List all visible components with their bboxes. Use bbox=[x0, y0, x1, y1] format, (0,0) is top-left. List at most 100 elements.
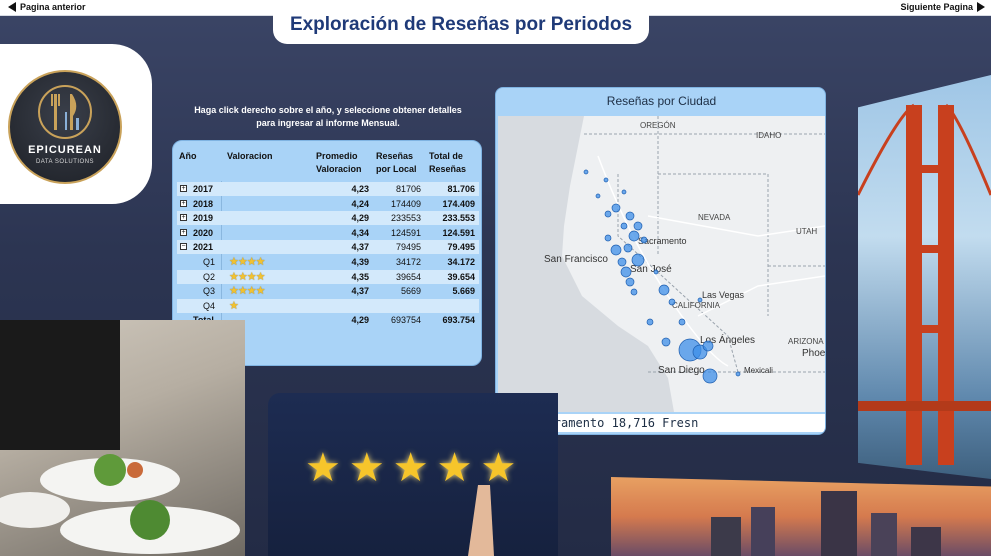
city-bubble[interactable] bbox=[583, 169, 589, 175]
city-bubble[interactable] bbox=[603, 177, 609, 183]
expand-toggle-icon[interactable]: + bbox=[180, 214, 187, 222]
reviews-local-cell: 5669 bbox=[400, 286, 421, 297]
reviews-local-cell: 79495 bbox=[395, 242, 421, 253]
rating-stars: ★★★★ bbox=[229, 270, 265, 283]
reviews-local-cell: 39654 bbox=[395, 271, 421, 282]
total-reviews-cell: 124.591 bbox=[442, 227, 475, 238]
row-label: 2018 bbox=[193, 198, 214, 209]
header-avg: Promedio Valoracion bbox=[316, 150, 362, 176]
label-mexicali: Mexicali bbox=[744, 366, 773, 375]
city-bubble[interactable] bbox=[697, 297, 703, 303]
row-label: Q4 bbox=[203, 300, 216, 311]
city-bubble[interactable] bbox=[646, 318, 654, 326]
avg-rating-cell: 4,37 bbox=[351, 242, 369, 253]
city-bubble[interactable] bbox=[653, 269, 659, 275]
logo-name: EPICUREAN bbox=[28, 144, 102, 156]
total-reviews-cell: 79.495 bbox=[447, 242, 475, 253]
table-row[interactable]: Q4 ★ bbox=[177, 298, 479, 313]
golden-gate-photo bbox=[858, 75, 991, 479]
map-title: Reseñas por Ciudad bbox=[606, 94, 717, 108]
city-bubble[interactable] bbox=[617, 257, 627, 267]
fork-knife-icon bbox=[38, 85, 92, 139]
table-row[interactable]: Q2 ★★★★ 4,35 39654 39.654 bbox=[177, 269, 479, 284]
city-bubble[interactable] bbox=[625, 277, 635, 287]
skyline-illustration bbox=[711, 491, 941, 556]
avg-rating-cell: 4,24 bbox=[351, 198, 369, 209]
table-row[interactable]: +2017 4,23 81706 81.706 bbox=[177, 182, 479, 196]
page-title: Exploración de Reseñas por Periodos bbox=[273, 6, 649, 44]
expand-toggle-icon[interactable]: − bbox=[180, 243, 187, 251]
city-bubble[interactable] bbox=[661, 337, 671, 347]
expand-toggle-icon[interactable]: + bbox=[180, 185, 187, 192]
label-san-francisco: San Francisco bbox=[544, 254, 608, 265]
label-arizona: ARIZONA bbox=[788, 337, 824, 346]
reviews-local-cell: 34172 bbox=[395, 257, 421, 267]
city-bubble[interactable] bbox=[702, 340, 714, 352]
arrow-left-icon bbox=[8, 2, 16, 12]
next-page-button[interactable]: Siguiente Pagina bbox=[900, 2, 985, 12]
total-reviews-cell: 693.754 bbox=[442, 315, 475, 326]
label-san-diego: San Diego bbox=[658, 365, 705, 376]
header-rating: Valoracion bbox=[227, 151, 273, 161]
star-icon: ★ bbox=[480, 446, 517, 490]
previous-page-button[interactable]: Pagina anterior bbox=[8, 2, 86, 12]
city-bubble[interactable] bbox=[630, 288, 638, 296]
city-bubble[interactable] bbox=[628, 230, 640, 242]
table-row[interactable]: Q1 ★★★★ 4,39 34172 34.172 bbox=[177, 255, 479, 269]
star-icon: ★ bbox=[305, 446, 341, 490]
city-bubble[interactable] bbox=[604, 234, 612, 242]
logo-emblem bbox=[8, 70, 122, 184]
reviews-local-cell: 124591 bbox=[390, 227, 421, 238]
city-bubble[interactable] bbox=[611, 203, 621, 213]
avg-rating-cell: 4,35 bbox=[351, 271, 369, 282]
city-bubble[interactable] bbox=[658, 284, 670, 296]
avg-rating-cell: 4,29 bbox=[351, 213, 369, 224]
city-bubble[interactable] bbox=[620, 222, 628, 230]
city-bubble[interactable] bbox=[604, 210, 612, 218]
city-bubble[interactable] bbox=[640, 236, 648, 244]
map-svg: OREGÓN IDAHO NEVADA UTAH CALIFORNIA ARIZ… bbox=[498, 116, 825, 412]
row-label: 2021 bbox=[193, 242, 214, 253]
city-bubble[interactable] bbox=[621, 189, 627, 195]
city-bubble[interactable] bbox=[735, 371, 741, 377]
label-idaho: IDAHO bbox=[756, 131, 781, 140]
rating-stars: ★ bbox=[229, 299, 239, 312]
city-bubble[interactable] bbox=[702, 368, 718, 384]
avg-rating-cell: 4,39 bbox=[351, 257, 369, 267]
table-row[interactable]: +2020 4,34 124591 124.591 bbox=[177, 226, 479, 240]
logo-subtitle: DATA SOLUTIONS bbox=[35, 159, 95, 165]
header-avg-line2: Valoracion bbox=[316, 164, 362, 174]
row-label: 2019 bbox=[193, 213, 214, 224]
total-reviews-cell: 174.409 bbox=[442, 198, 475, 209]
next-page-label: Siguiente Pagina bbox=[900, 2, 973, 12]
city-bubble[interactable] bbox=[625, 211, 635, 221]
table-row[interactable]: −2021 4,37 79495 79.495 bbox=[177, 240, 479, 255]
expand-toggle-icon[interactable]: + bbox=[180, 228, 187, 236]
reviews-local-cell: 81706 bbox=[395, 184, 421, 194]
rating-stars: ★★★★ bbox=[229, 285, 265, 298]
total-reviews-cell: 81.706 bbox=[447, 184, 475, 194]
city-bubble[interactable] bbox=[623, 243, 633, 253]
expand-toggle-icon[interactable]: + bbox=[180, 199, 187, 207]
city-bubble[interactable] bbox=[610, 244, 622, 256]
city-bubble[interactable] bbox=[595, 193, 601, 199]
city-bubble[interactable] bbox=[631, 253, 645, 267]
header-reviews-line1: Reseñas bbox=[376, 151, 414, 161]
reviews-local-cell: 233553 bbox=[390, 213, 421, 224]
city-bubble[interactable] bbox=[620, 266, 632, 278]
previous-page-label: Pagina anterior bbox=[20, 2, 86, 12]
table-row[interactable]: +2018 4,24 174409 174.409 bbox=[177, 197, 479, 211]
header-avg-line1: Promedio bbox=[316, 151, 358, 161]
map-area[interactable]: OREGÓN IDAHO NEVADA UTAH CALIFORNIA ARIZ… bbox=[498, 116, 825, 412]
avg-rating-cell: 4,37 bbox=[351, 286, 369, 297]
label-utah: UTAH bbox=[796, 227, 817, 236]
city-bubble[interactable] bbox=[633, 221, 643, 231]
chef-plating-photo bbox=[0, 320, 245, 556]
header-total-line1: Total de bbox=[429, 151, 463, 161]
header-reviews-line2: por Local bbox=[376, 164, 417, 174]
total-reviews-cell: 39.654 bbox=[447, 271, 475, 282]
table-row[interactable]: Q3 ★★★★ 4,37 5669 5.669 bbox=[177, 284, 479, 298]
city-bubble[interactable] bbox=[678, 318, 686, 326]
table-row[interactable]: +2019 4,29 233553 233.553 bbox=[177, 211, 479, 226]
city-bubble[interactable] bbox=[668, 298, 676, 306]
